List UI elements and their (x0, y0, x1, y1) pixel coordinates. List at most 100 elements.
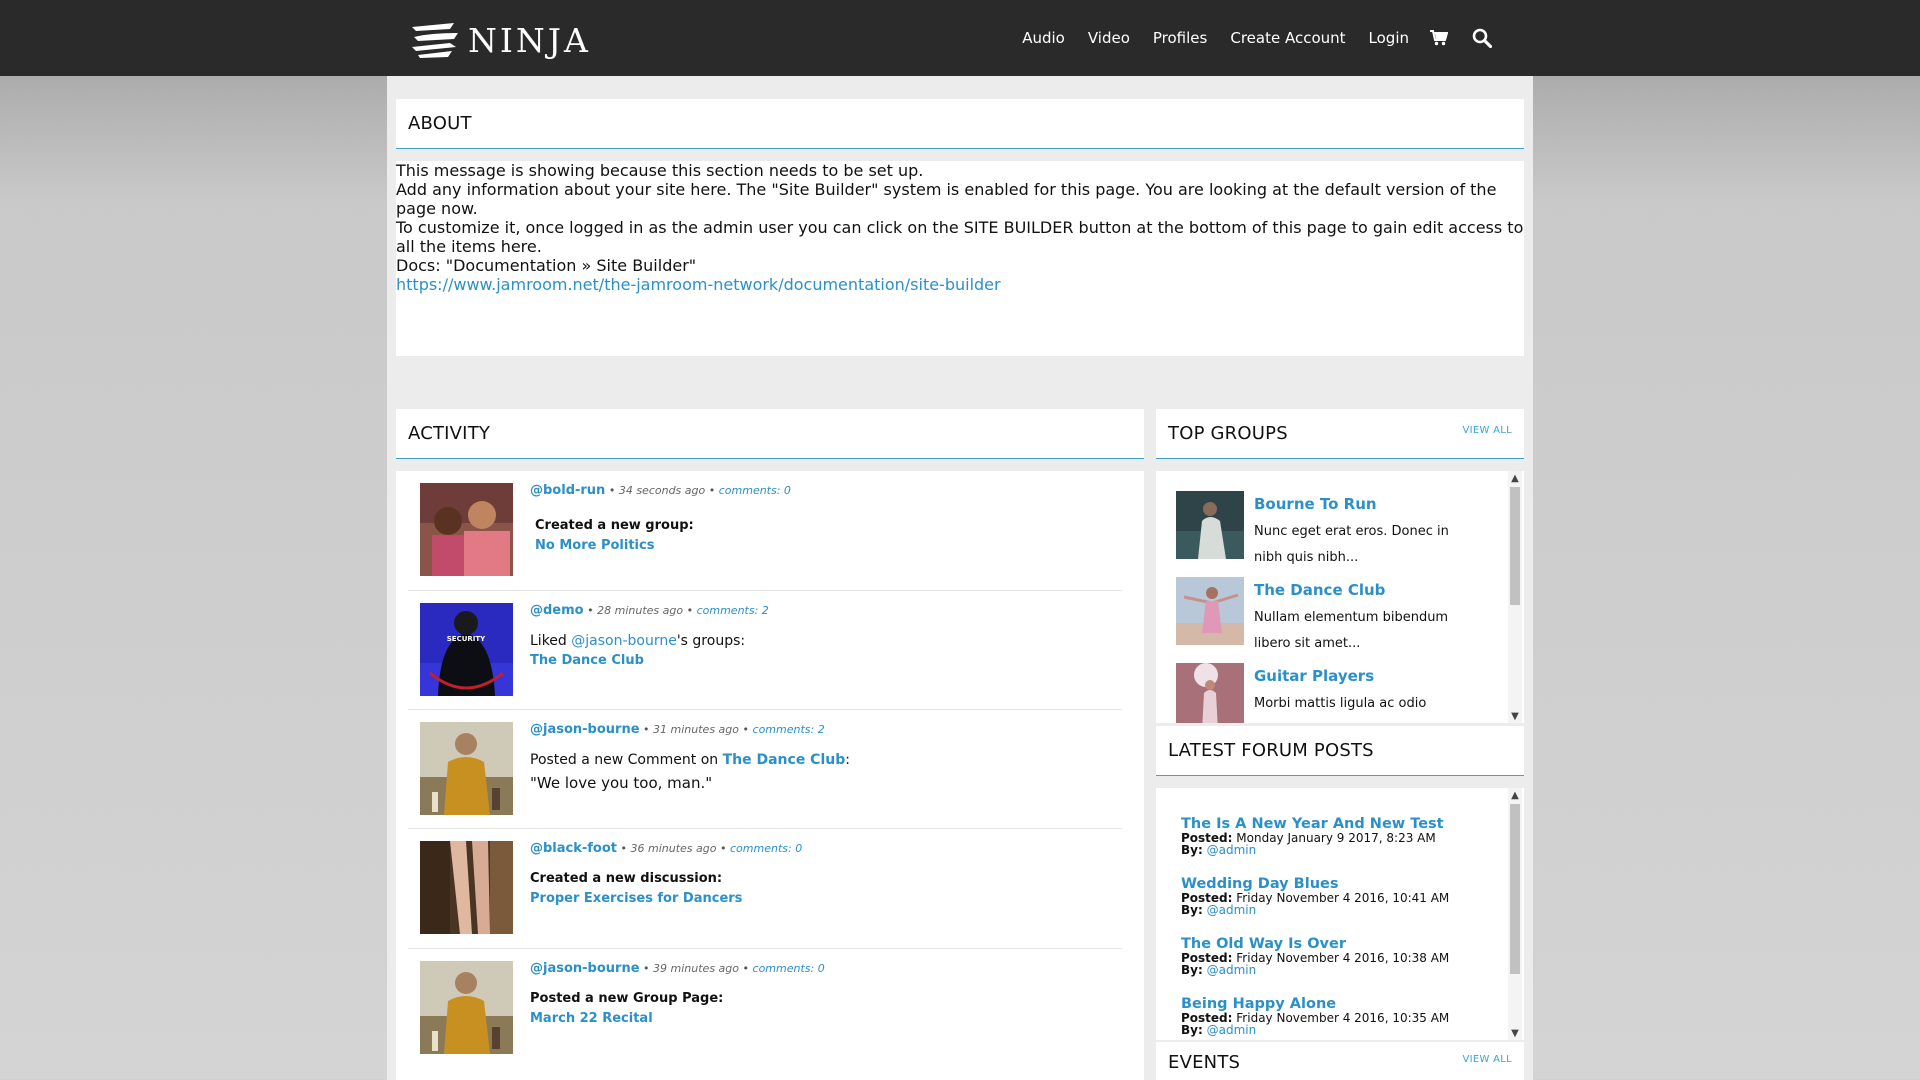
nav-login[interactable]: Login (1369, 29, 1409, 47)
about-text-2: Add any information about your site here… (396, 180, 1497, 218)
activity-action: Created a new group: (535, 518, 694, 533)
forum-posts-list: The Is A New Year And New Test Posted: M… (1156, 788, 1524, 1040)
search-icon[interactable] (1472, 28, 1492, 48)
activity-comments-link[interactable]: comments: 2 (697, 604, 769, 617)
site-logo[interactable]: NINJA (410, 20, 591, 60)
meta-separator: • (620, 842, 628, 855)
author-link[interactable]: @admin (1207, 1023, 1257, 1037)
scroll-down-icon[interactable]: ▼ (1508, 1026, 1522, 1040)
forum-post-title-link[interactable]: The Is A New Year And New Test (1181, 816, 1501, 832)
activity-target-link[interactable]: March 22 Recital (530, 1011, 653, 1026)
group-name-link[interactable]: Bourne To Run (1254, 495, 1377, 513)
forum-post-title-link[interactable]: Being Happy Alone (1181, 996, 1501, 1012)
group-name-link[interactable]: Guitar Players (1254, 667, 1374, 685)
meta-separator: • (686, 604, 694, 617)
meta-separator: • (742, 723, 750, 736)
user-avatar[interactable]: SECURITY (420, 603, 513, 696)
nav-video[interactable]: Video (1088, 29, 1130, 47)
activity-comments-link[interactable]: comments: 2 (753, 723, 825, 736)
nav-create-account[interactable]: Create Account (1230, 29, 1345, 47)
about-docs-link[interactable]: https://www.jamroom.net/the-jamroom-netw… (396, 275, 1524, 294)
activity-time: 34 seconds ago (618, 484, 706, 497)
about-text-1: This message is showing because this sec… (396, 161, 924, 180)
user-avatar[interactable] (420, 722, 513, 815)
events-view-all[interactable]: VIEW ALL (1462, 1054, 1512, 1065)
forum-post: The Old Way Is Over Posted: Friday Novem… (1181, 936, 1501, 976)
group-thumbnail[interactable] (1176, 577, 1244, 645)
groups-scrollbar[interactable]: ▲ ▼ (1508, 471, 1522, 723)
activity-target-link[interactable]: Proper Exercises for Dancers (530, 891, 742, 906)
top-groups-list: Bourne To Run Nunc eget erat eros. Donec… (1156, 471, 1524, 723)
activity-action-text: : (845, 752, 850, 768)
about-docs: Docs: "Documentation » Site Builder" (396, 256, 697, 275)
activity-action: Posted a new Group Page: (530, 991, 724, 1006)
forum-header: LATEST FORUM POSTS (1156, 726, 1524, 776)
scroll-thumb[interactable] (1510, 487, 1520, 605)
top-navbar: NINJA Audio Video Profiles Create Accoun… (0, 0, 1920, 76)
cart-icon[interactable] (1430, 30, 1448, 46)
scroll-up-icon[interactable]: ▲ (1508, 471, 1522, 485)
user-avatar[interactable] (420, 961, 513, 1054)
activity-target-link[interactable]: The Dance Club (530, 653, 644, 668)
by-label: By: (1181, 903, 1203, 917)
activity-item: SECURITY @demo • 28 minutes ago • commen… (408, 591, 1122, 710)
activity-user-link[interactable]: @demo (530, 603, 584, 618)
activity-user-link[interactable]: @black-foot (530, 841, 617, 856)
activity-action: Created a new discussion: (530, 871, 723, 886)
activity-user-link[interactable]: @jason-bourne (530, 722, 640, 737)
top-groups-header: TOP GROUPS VIEW ALL (1156, 409, 1524, 459)
forum-post-title-link[interactable]: The Old Way Is Over (1181, 936, 1501, 952)
forum-post-author: By: @admin (1181, 844, 1501, 856)
activity-time: 36 minutes ago (630, 842, 717, 855)
scroll-up-icon[interactable]: ▲ (1508, 788, 1522, 802)
top-groups-title: TOP GROUPS (1168, 423, 1288, 444)
about-text-3: To customize it, once logged in as the a… (396, 218, 1524, 256)
meta-separator: • (587, 604, 594, 617)
group-description: Nullam elementum bibendum libero sit ame… (1254, 610, 1449, 651)
group-item: The Dance Club Nullam elementum bibendum… (1176, 577, 1476, 657)
activity-action-text: Posted a new Comment on (530, 752, 723, 768)
page-container: ABOUT This message is showing because th… (387, 76, 1533, 1080)
scroll-down-icon[interactable]: ▼ (1508, 709, 1522, 723)
activity-item: @bold-run • 34 seconds ago • comments: 0… (408, 471, 1122, 591)
by-label: By: (1181, 1023, 1203, 1037)
events-header: EVENTS VIEW ALL (1156, 1042, 1524, 1080)
nav-audio[interactable]: Audio (1022, 29, 1065, 47)
top-groups-view-all[interactable]: VIEW ALL (1462, 425, 1512, 436)
activity-user-link[interactable]: @bold-run (530, 483, 605, 498)
author-link[interactable]: @admin (1207, 903, 1257, 917)
mention-link[interactable]: @jason-bourne (571, 633, 677, 649)
activity-item: @jason-bourne • 31 minutes ago • comment… (408, 710, 1122, 829)
activity-comments-link[interactable]: comments: 0 (730, 842, 802, 855)
forum-post-title-link[interactable]: Wedding Day Blues (1181, 876, 1501, 892)
activity-title: ACTIVITY (408, 423, 491, 444)
forum-scrollbar[interactable]: ▲ ▼ (1508, 788, 1522, 1040)
activity-comments-link[interactable]: comments: 0 (719, 484, 791, 497)
main-nav: Audio Video Profiles Create Account Logi… (999, 0, 1492, 76)
group-item: Guitar Players Morbi mattis ligula ac od… (1176, 663, 1476, 723)
activity-time: 39 minutes ago (653, 962, 740, 975)
forum-post-author: By: @admin (1181, 1024, 1501, 1036)
forum-post-author: By: @admin (1181, 964, 1501, 976)
meta-separator: • (608, 484, 616, 497)
scroll-thumb[interactable] (1510, 804, 1520, 974)
activity-item: @black-foot • 36 minutes ago • comments:… (408, 829, 1122, 949)
activity-user-link[interactable]: @jason-bourne (530, 961, 640, 976)
user-avatar[interactable] (420, 841, 513, 934)
activity-comments-link[interactable]: comments: 0 (753, 962, 825, 975)
author-link[interactable]: @admin (1207, 963, 1257, 977)
activity-target-link[interactable]: The Dance Club (723, 752, 846, 768)
activity-time: 28 minutes ago (597, 604, 684, 617)
author-link[interactable]: @admin (1207, 843, 1257, 857)
activity-action-text: 's groups: (676, 633, 746, 649)
user-avatar[interactable] (420, 483, 513, 576)
by-label: By: (1181, 843, 1203, 857)
nav-profiles[interactable]: Profiles (1153, 29, 1207, 47)
activity-target-link[interactable]: No More Politics (535, 538, 654, 553)
activity-header: ACTIVITY (396, 409, 1144, 459)
group-thumbnail[interactable] (1176, 491, 1244, 559)
group-thumbnail[interactable] (1176, 663, 1244, 723)
about-body: This message is showing because this sec… (396, 161, 1524, 356)
group-name-link[interactable]: The Dance Club (1254, 581, 1385, 599)
forum-post: The Is A New Year And New Test Posted: M… (1181, 816, 1501, 856)
